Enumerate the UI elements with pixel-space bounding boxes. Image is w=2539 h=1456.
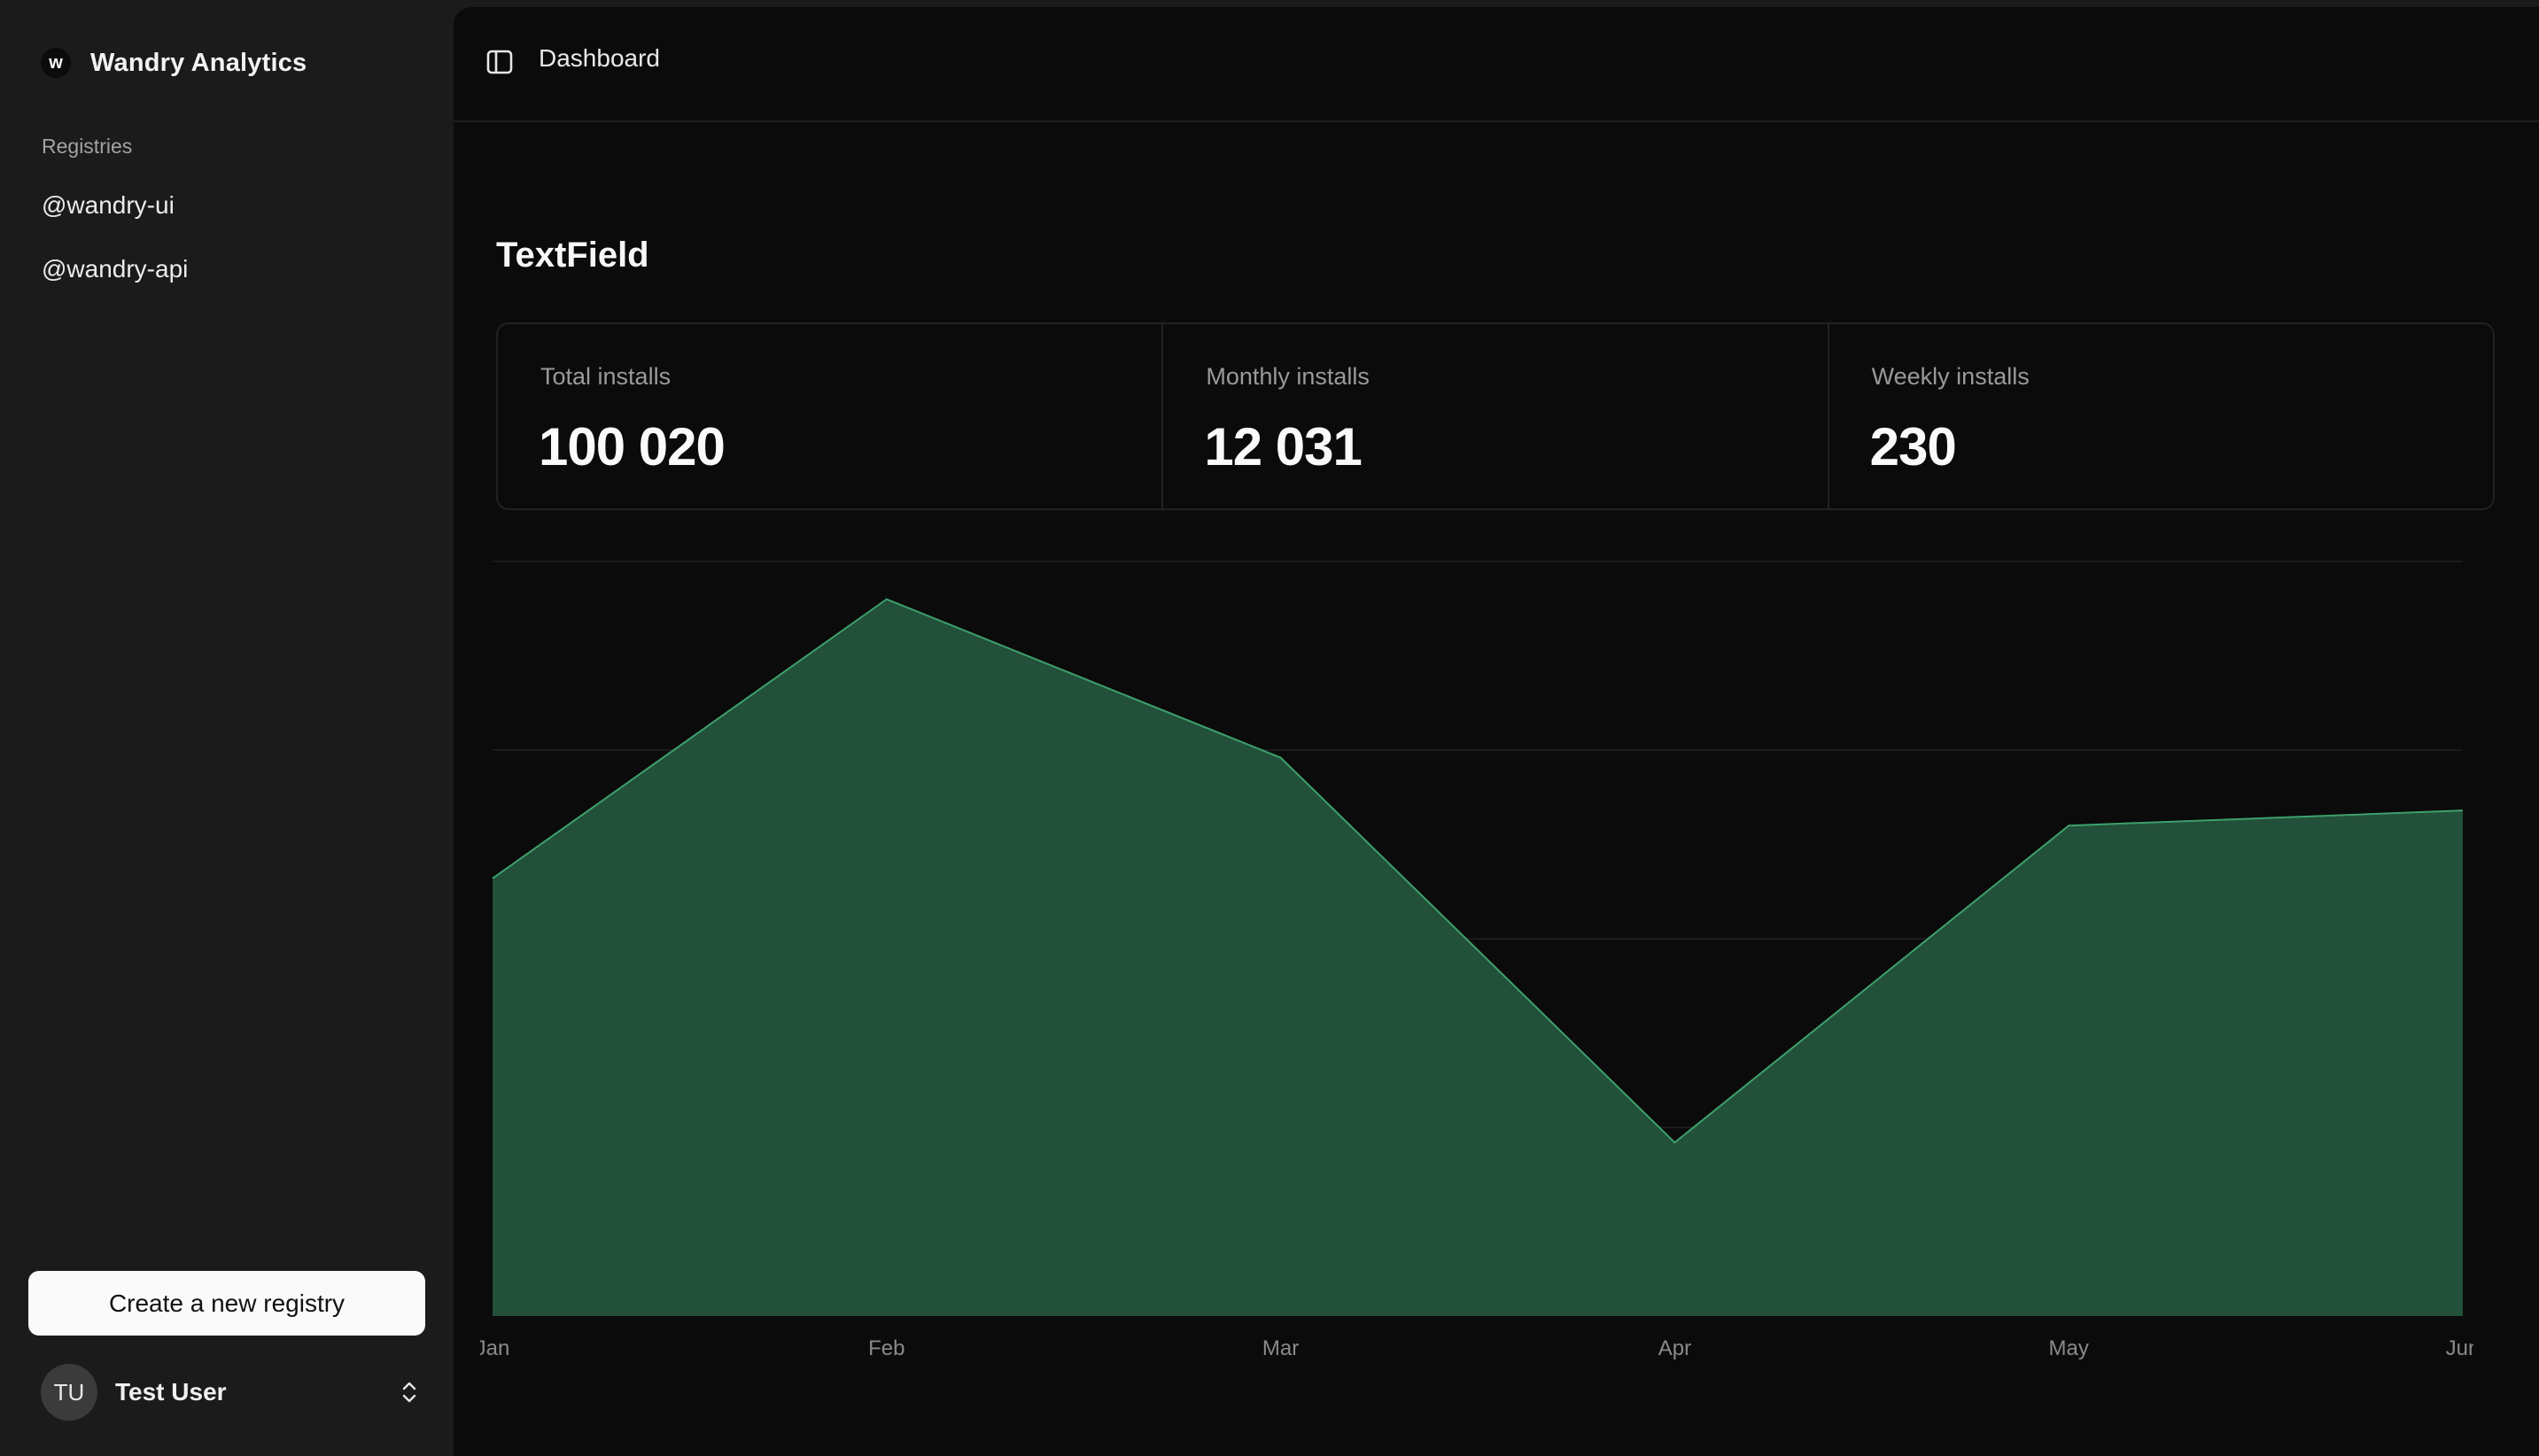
stat-label: Weekly installs (1871, 363, 2030, 390)
x-tick-label: Apr (1658, 1336, 1691, 1360)
chevrons-up-down-icon (397, 1375, 422, 1410)
sidebar: w Wandry Analytics Registries @wandry-ui… (0, 0, 454, 1456)
create-registry-button[interactable]: Create a new registry (28, 1271, 425, 1336)
x-tick-label: Mar (1262, 1336, 1299, 1360)
sidebar-toggle-icon[interactable] (485, 48, 514, 76)
stat-weekly-installs: Weekly installs 230 (1829, 324, 2493, 508)
stat-value: 12 031 (1204, 417, 1363, 476)
avatar: TU (41, 1364, 97, 1421)
stat-value: 100 020 (539, 417, 726, 476)
stat-label: Total installs (540, 363, 672, 390)
x-tick-label: Feb (868, 1336, 905, 1360)
stat-value: 230 (1869, 417, 1957, 476)
x-tick-label: Jan (480, 1336, 509, 1360)
page-title: TextField (496, 236, 649, 275)
installs-area-chart: Jan Feb Mar Apr May Jun (480, 561, 2473, 1360)
brand-logo: w (41, 48, 71, 78)
stat-monthly-installs: Monthly installs 12 031 (1163, 324, 1829, 508)
sidebar-section-label: Registries (42, 135, 133, 158)
top-bar: Dashboard (454, 7, 2539, 122)
sidebar-item-wandry-ui[interactable]: @wandry-ui (34, 179, 423, 232)
user-menu[interactable]: TU Test User (41, 1363, 422, 1421)
user-name: Test User (115, 1378, 227, 1406)
brand-name: Wandry Analytics (90, 48, 307, 77)
main-panel: Dashboard TextField Total installs 100 0… (454, 7, 2539, 1456)
brand[interactable]: w Wandry Analytics (41, 43, 307, 83)
sidebar-item-wandry-api[interactable]: @wandry-api (34, 243, 423, 296)
stat-label: Monthly installs (1206, 363, 1370, 390)
breadcrumb: Dashboard (539, 44, 660, 72)
sidebar-item-label: @wandry-api (42, 255, 189, 283)
x-tick-label: May (2049, 1336, 2089, 1360)
series-area (493, 599, 2463, 1316)
app-window: w Wandry Analytics Registries @wandry-ui… (0, 0, 2539, 1456)
x-tick-label: Jun (2446, 1336, 2473, 1360)
stats-card: Total installs 100 020 Monthly installs … (496, 322, 2495, 510)
stat-total-installs: Total installs 100 020 (498, 324, 1164, 508)
sidebar-item-label: @wandry-ui (42, 191, 175, 219)
